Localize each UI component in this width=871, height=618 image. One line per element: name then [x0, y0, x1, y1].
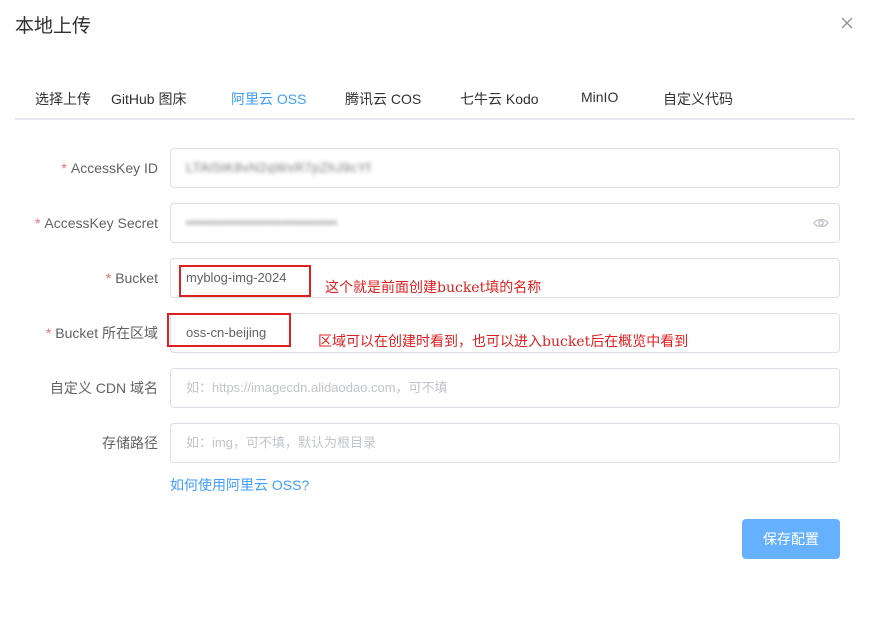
required-mark: * [61, 160, 67, 176]
form-row-access-key-secret: * AccessKey Secret ••••••••••••••••••••••… [0, 203, 871, 243]
tab-qiniu-kodo[interactable]: 七牛云 Kodo [460, 89, 539, 109]
tab-minio[interactable]: MinIO [581, 89, 618, 105]
access-key-secret-label: * AccessKey Secret [35, 203, 158, 243]
access-key-secret-input[interactable]: •••••••••••••••••••••••••••••• [170, 203, 840, 243]
dialog-title: 本地上传 [15, 16, 92, 37]
cdn-domain-label: 自定义 CDN 域名 [49, 380, 158, 396]
tab-aliyun-oss[interactable]: 阿里云 OSS [231, 89, 306, 109]
bucket-region-label: * Bucket 所在区域 [46, 313, 158, 353]
upload-dialog: 本地上传 选择上传 GitHub 图床 阿里云 OSS 腾讯云 COS 七牛云 … [0, 0, 871, 618]
form-row-cdn-domain: 自定义 CDN 域名 如：https://imagecdn.alidaodao.… [0, 368, 871, 408]
close-icon[interactable] [838, 14, 856, 32]
bucket-label: * Bucket [106, 258, 158, 298]
form-row-access-key-id: * AccessKey ID LTAI5tK8vN2qWxR7pZhJ9cYf [0, 148, 871, 188]
tab-select-upload[interactable]: 选择上传 [35, 89, 91, 109]
required-mark: * [105, 270, 112, 286]
tab-tencent-cos[interactable]: 腾讯云 COS [345, 89, 421, 109]
tab-github[interactable]: GitHub 图床 [111, 89, 186, 109]
region-annotation: 区域可以在创建时看到，也可以进入bucket后在概览中看到 [318, 334, 689, 350]
label-text: AccessKey Secret [44, 215, 158, 231]
cdn-domain-input[interactable]: 如：https://imagecdn.alidaodao.com，可不填 [170, 368, 840, 408]
eye-icon[interactable] [813, 216, 829, 230]
storage-path-label: 存储路径 [102, 435, 158, 451]
access-key-id-label: * AccessKey ID [61, 148, 158, 188]
tab-custom-code[interactable]: 自定义代码 [663, 89, 733, 109]
cdn-domain-placeholder: 如：https://imagecdn.alidaodao.com，可不填 [186, 380, 448, 395]
bucket-annotation: 这个就是前面创建bucket填的名称 [325, 280, 542, 296]
label-text: AccessKey ID [70, 160, 158, 176]
access-key-id-input[interactable]: LTAI5tK8vN2qWxR7pZhJ9cYf [170, 148, 840, 188]
storage-path-placeholder: 如：img，可不填，默认为根目录 [186, 435, 376, 450]
form-row-storage-path: 存储路径 如：img，可不填，默认为根目录 [0, 423, 871, 463]
help-link-aliyun-oss[interactable]: 如何使用阿里云 OSS? [170, 475, 309, 495]
bucket-highlight-box [179, 265, 311, 297]
upload-tabs: 选择上传 GitHub 图床 阿里云 OSS 腾讯云 COS 七牛云 Kodo … [15, 82, 855, 120]
label-text: Bucket 所在区域 [55, 325, 158, 341]
access-key-id-value: LTAI5tK8vN2qWxR7pZhJ9cYf [186, 160, 371, 175]
required-mark: * [45, 325, 52, 341]
storage-path-input[interactable]: 如：img，可不填，默认为根目录 [170, 423, 840, 463]
access-key-secret-value: •••••••••••••••••••••••••••••• [186, 215, 338, 230]
label-text: Bucket [115, 270, 158, 286]
save-config-button[interactable]: 保存配置 [742, 519, 840, 559]
required-mark: * [34, 215, 41, 231]
region-highlight-box [167, 313, 291, 347]
